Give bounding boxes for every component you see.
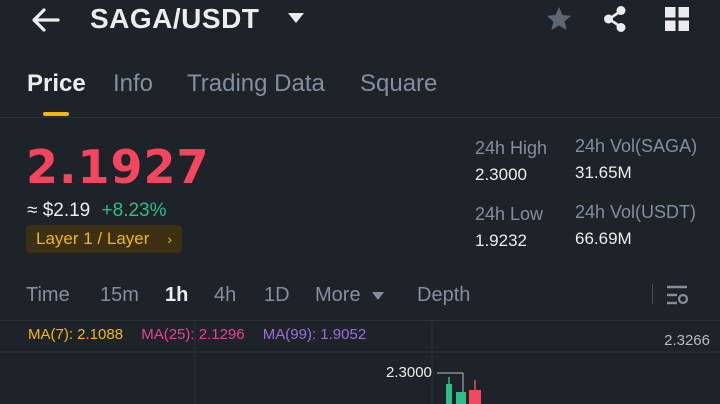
vertical-separator <box>652 284 653 304</box>
ma-indicator-row: MA(7): 2.1088 MA(25): 2.1296 MA(99): 1.9… <box>28 326 366 343</box>
share-icon[interactable] <box>600 4 630 34</box>
layout-grid-icon[interactable] <box>664 6 690 32</box>
interval-more[interactable]: More <box>315 284 385 307</box>
divider <box>0 117 720 118</box>
caret-down-icon <box>372 291 385 300</box>
interval-1h[interactable]: 1h <box>165 284 188 307</box>
interval-15m[interactable]: 15m <box>100 284 139 307</box>
interval-1d[interactable]: 1D <box>264 284 290 307</box>
active-tab-indicator <box>43 112 69 116</box>
interval-4h[interactable]: 4h <box>214 284 236 307</box>
usd-price: ≈ $2.19 <box>27 200 91 221</box>
tab-square[interactable]: Square <box>360 70 437 98</box>
divider <box>0 320 720 321</box>
price-axis-top-label: 2.3266 <box>664 332 710 349</box>
stat-label: 24h Low <box>475 204 544 224</box>
chevron-right-icon: › <box>167 231 173 247</box>
stat-value: 66.69M <box>575 229 632 248</box>
interval-depth[interactable]: Depth <box>417 284 470 307</box>
stat-24h-vol-quote: 24h Vol(USDT) 66.69M <box>575 202 696 249</box>
usd-price-line: ≈ $2.19 +8.23% <box>27 200 167 222</box>
stat-label: 24h Vol(USDT) <box>575 202 697 222</box>
back-arrow-icon[interactable] <box>30 6 62 34</box>
favorite-star-icon[interactable] <box>545 5 573 33</box>
high-marker-label: 2.3000 <box>386 364 432 381</box>
tab-info[interactable]: Info <box>113 70 153 98</box>
main-tabs: Price Info Trading Data Square <box>0 62 720 118</box>
stat-label: 24h High <box>475 138 548 158</box>
candle-body <box>446 384 452 404</box>
category-tag-label: Layer 1 / Layer <box>36 229 150 248</box>
candle-body <box>469 390 481 404</box>
stat-24h-vol-base: 24h Vol(SAGA) 31.65M <box>575 136 697 183</box>
ma99-value: MA(99): 1.9052 <box>262 326 367 343</box>
stat-value: 1.9232 <box>475 231 527 250</box>
candle-body <box>456 392 466 404</box>
stat-24h-low: 24h Low 1.9232 <box>475 204 543 251</box>
stat-24h-high: 24h High 2.3000 <box>475 138 547 185</box>
last-price: 2.1927 <box>26 140 210 194</box>
top-header: SAGA/USDT <box>0 0 720 44</box>
tab-trading-data[interactable]: Trading Data <box>187 70 325 98</box>
category-tag[interactable]: Layer 1 / Layer › <box>26 225 183 253</box>
pair-dropdown-caret-icon[interactable] <box>287 12 305 24</box>
stat-value: 31.65M <box>575 163 632 182</box>
stat-label: 24h Vol(SAGA) <box>575 136 698 156</box>
stat-value: 2.3000 <box>475 165 527 184</box>
ma7-value: MA(7): 2.1088 <box>28 326 124 343</box>
interval-more-label: More <box>315 284 361 306</box>
chart-settings-icon[interactable] <box>665 284 689 306</box>
pair-title[interactable]: SAGA/USDT <box>90 3 259 35</box>
interval-bar: Time 15m 1h 4h 1D More Depth <box>0 276 720 316</box>
tab-price[interactable]: Price <box>27 70 86 98</box>
ma25-value: MA(25): 2.1296 <box>141 326 245 343</box>
interval-time[interactable]: Time <box>26 284 70 307</box>
change-percent: +8.23% <box>101 200 167 221</box>
